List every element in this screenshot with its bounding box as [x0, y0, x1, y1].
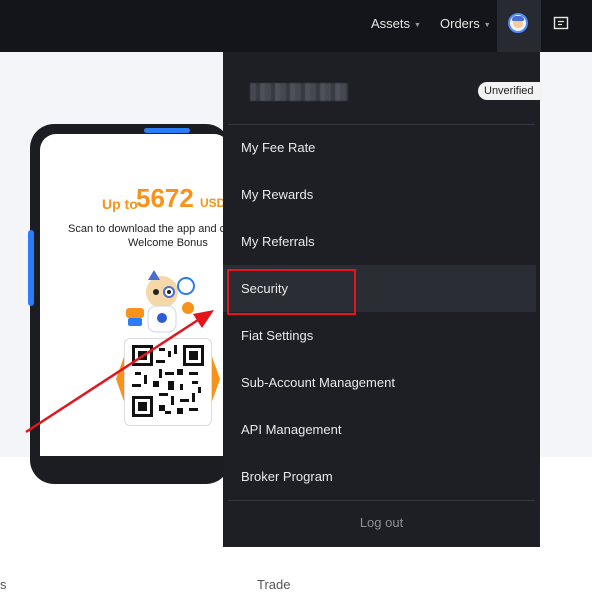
promo-amount: 5672 [136, 183, 194, 213]
chevron-down-icon: ▼ [483, 22, 491, 29]
menu-item-my-fee-rate[interactable]: My Fee Rate [223, 124, 540, 171]
promo-scan-text: Scan to download the app and cl [68, 223, 228, 235]
page-footer-trade[interactable]: Trade [257, 577, 290, 592]
menu-item-fiat-settings[interactable]: Fiat Settings [223, 312, 540, 359]
mascot-icon [126, 270, 195, 333]
message-square-icon[interactable] [553, 16, 569, 31]
menu-item-my-rewards[interactable]: My Rewards [223, 171, 540, 218]
page-footer-label: s [0, 577, 7, 592]
menu-item-broker-program[interactable]: Broker Program [223, 453, 540, 500]
phone-notch [144, 128, 190, 133]
menu-item-sub-account-management[interactable]: Sub-Account Management [223, 359, 540, 406]
promo-bonus-text: Welcome Bonus [128, 237, 208, 249]
promo-up-to: Up to [102, 196, 138, 212]
phone-side-button [28, 230, 34, 306]
nav-orders-label: Orders [440, 16, 480, 31]
nav-assets[interactable]: Assets ▼ [371, 0, 421, 48]
qr-code-icon [132, 345, 204, 417]
chevron-down-icon: ▼ [414, 22, 421, 29]
logout-button[interactable]: Log out [223, 508, 540, 538]
account-menu-button[interactable] [497, 0, 541, 52]
user-avatar-icon [508, 13, 528, 33]
menu-item-api-management[interactable]: API Management [223, 406, 540, 453]
promo-currency: USD [200, 196, 226, 210]
divider [228, 500, 535, 501]
menu-item-my-referrals[interactable]: My Referrals [223, 218, 540, 265]
nav-orders[interactable]: Orders ▼ [440, 0, 491, 48]
nav-assets-label: Assets [371, 16, 411, 31]
annotation-highlight-box [227, 269, 356, 315]
account-name-redacted [250, 83, 348, 101]
status-badge[interactable]: Unverified [478, 82, 542, 100]
